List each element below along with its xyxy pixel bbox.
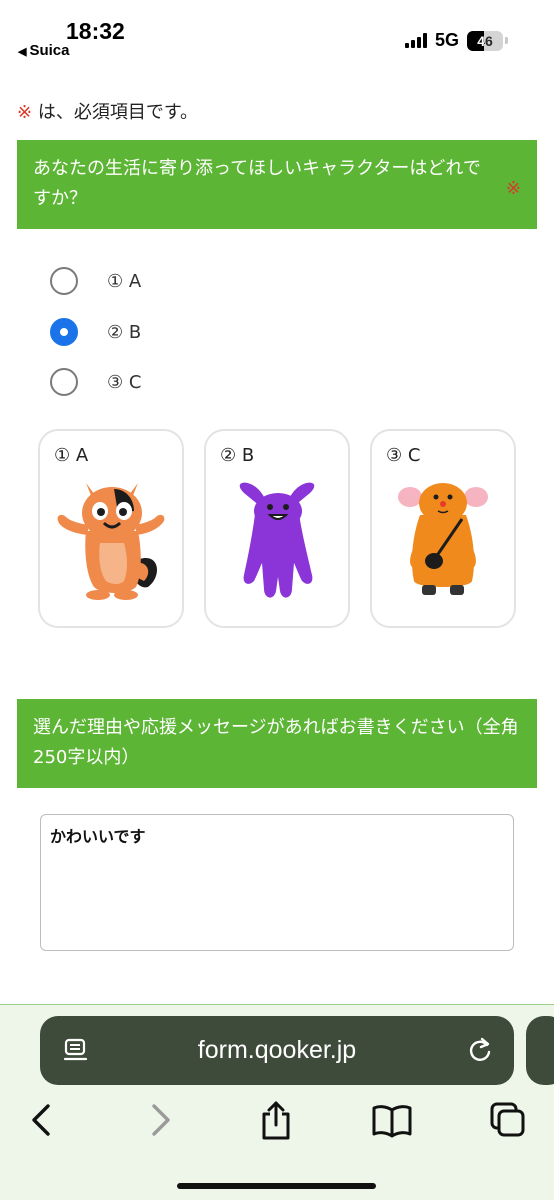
status-indicators: 5G 46 [404,30,508,51]
option-b[interactable]: ② B [50,318,141,346]
required-mark: ※ [17,102,33,123]
status-time: 18:32 [66,18,125,44]
next-tab-peek[interactable] [526,1016,554,1085]
character-card-b: ② B [204,429,350,628]
bookmarks-icon[interactable] [370,1100,414,1142]
battery-percent: 46 [477,32,493,49]
question1-header: あなたの生活に寄り添ってほしいキャラクターはどれですか？ ※ [17,140,537,229]
character-card-c-label: ③ C [386,445,421,466]
forward-chevron-icon[interactable] [146,1100,176,1140]
url-text: form.qooker.jp [197,1036,357,1064]
address-bar[interactable]: form.qooker.jp [40,1016,514,1085]
back-to-app-link[interactable]: ◀ Suica [18,42,70,59]
radio-b[interactable] [50,318,78,346]
comment-textarea[interactable]: かわいいです [40,814,514,951]
option-c-label: ③ C [107,371,142,393]
question2-header: 選んだ理由や応援メッセージがあればお書きください（全角250字以内） [17,699,537,788]
radio-c[interactable] [50,368,78,396]
character-card-a: ① A [38,429,184,628]
back-chevron-icon[interactable] [26,1100,56,1140]
option-a[interactable]: ① A [50,267,141,295]
required-note: ※ は、必須項目です。 [17,98,198,124]
share-icon[interactable] [258,1100,294,1142]
question1-required-mark: ※ [505,178,521,199]
orange-monkey-character-icon [398,483,488,595]
reload-icon[interactable] [466,1036,494,1064]
back-app-label: Suica [29,42,70,59]
character-card-b-label: ② B [220,445,255,466]
cellular-signal-icon [404,33,427,48]
character-card-a-label: ① A [54,445,89,466]
question2-title: 選んだ理由や応援メッセージがあればお書きください（全角250字以内） [33,717,519,768]
required-note-text: は、必須項目です。 [37,102,199,123]
option-b-label: ② B [107,321,142,343]
character-card-c: ③ C [370,429,516,628]
battery-cap [505,37,508,44]
orange-fox-character-icon [57,483,165,600]
option-c[interactable]: ③ C [50,368,141,396]
radio-a[interactable] [50,267,78,295]
question1-title: あなたの生活に寄り添ってほしいキャラクターはどれですか？ [33,158,481,209]
tabs-icon[interactable] [488,1100,528,1142]
option-a-label: ① A [107,270,142,292]
network-type: 5G [434,30,459,50]
battery-icon: 46 [467,30,503,51]
home-indicator [177,1183,376,1189]
purple-rabbit-character-icon [239,482,315,598]
back-triangle-icon: ◀ [18,46,27,58]
